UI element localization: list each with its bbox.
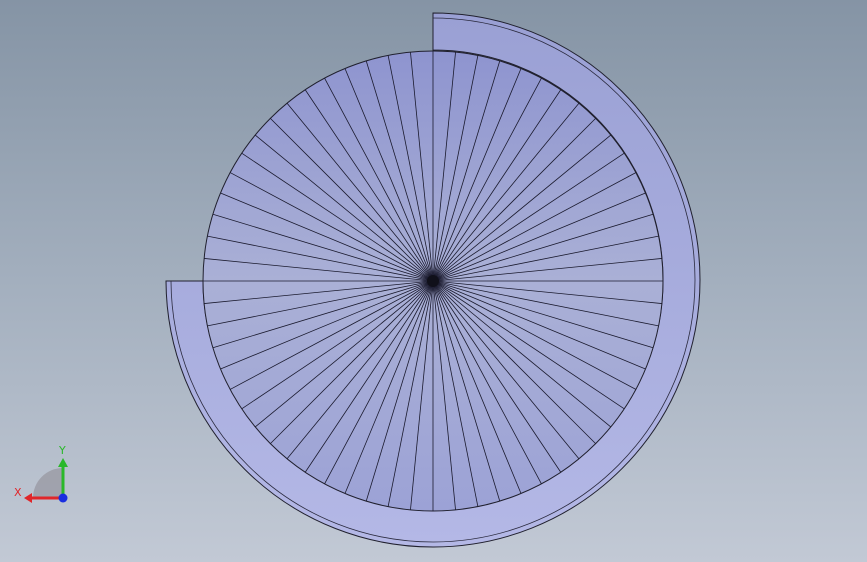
x-arrowhead-icon: [24, 493, 32, 503]
x-axis-label: X: [14, 486, 22, 499]
triad-quadrant-shade: [33, 468, 63, 498]
coordinate-triad: X Y: [14, 444, 68, 503]
center-post[interactable]: [427, 275, 439, 287]
graphics-viewport[interactable]: [0, 0, 867, 562]
y-axis-label: Y: [58, 444, 66, 457]
z-axis-dot-icon: [58, 493, 68, 503]
y-arrowhead-icon: [58, 458, 68, 467]
